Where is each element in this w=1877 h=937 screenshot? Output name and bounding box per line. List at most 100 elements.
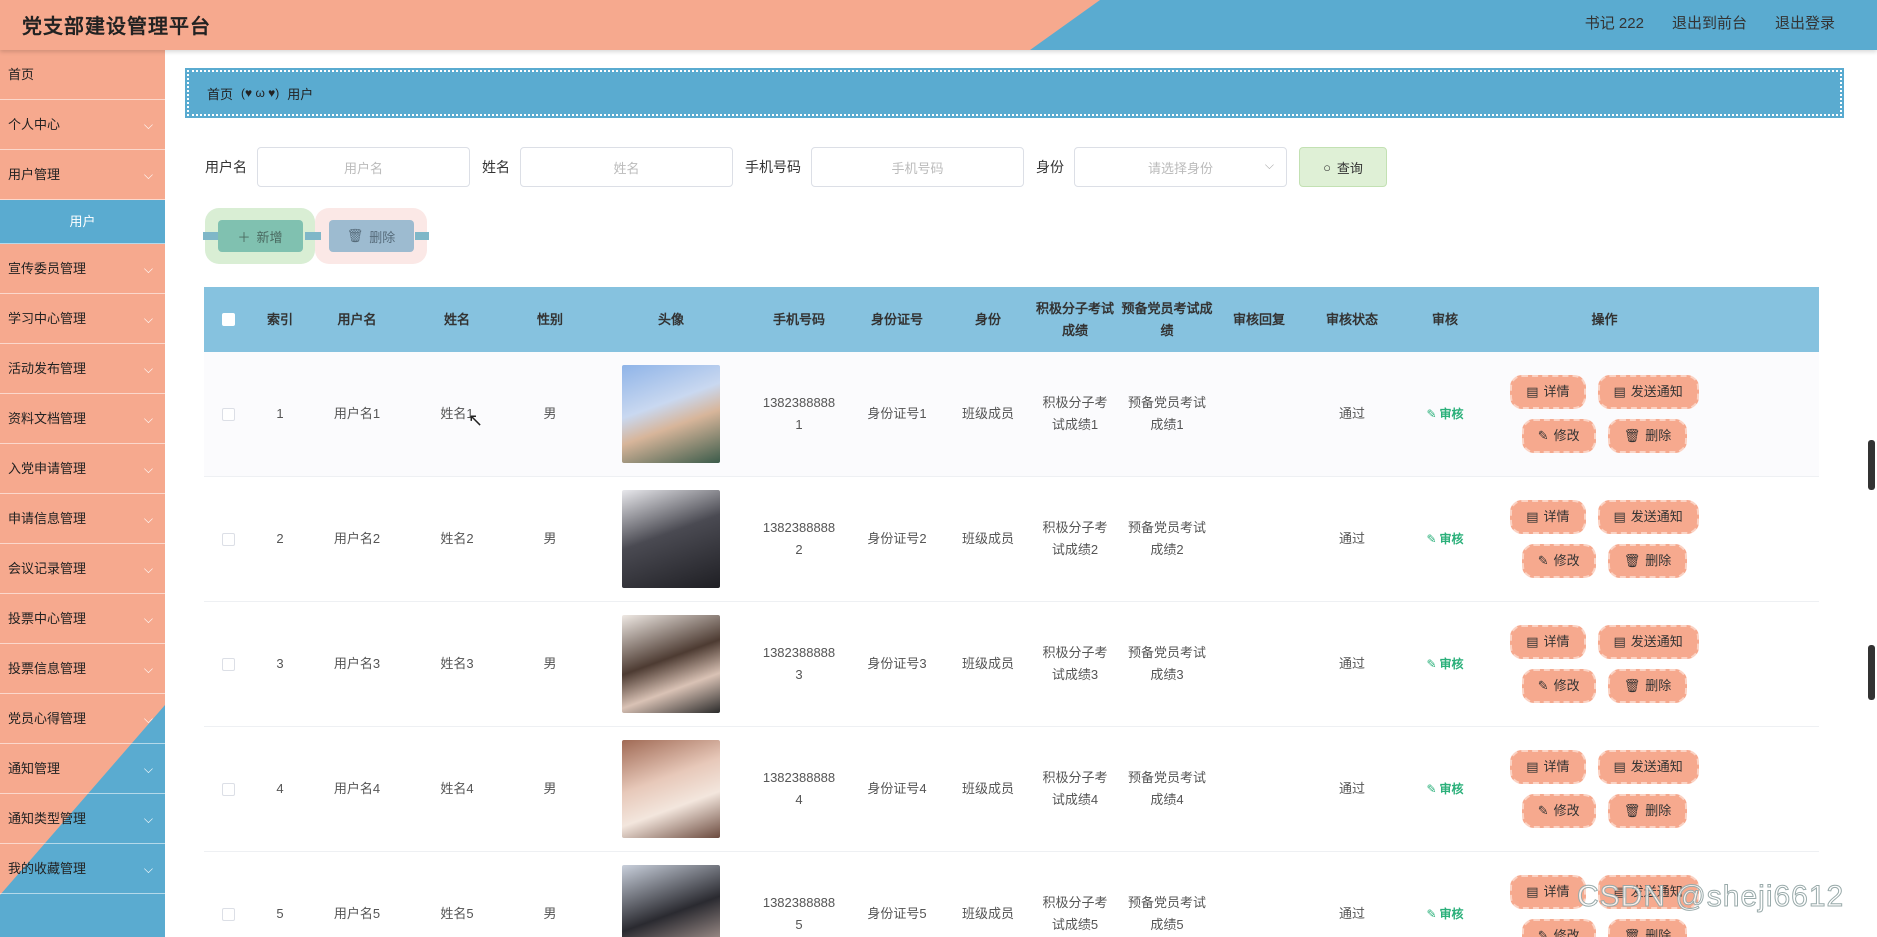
cell-score1: 积极分子考试成绩1 xyxy=(1042,395,1108,432)
batch-delete-button[interactable]: 🗑 删除 xyxy=(328,220,414,252)
document-icon: ▤ xyxy=(1526,759,1539,774)
sidebar-item-label: 个人中心 xyxy=(8,117,61,132)
sidebar-item-2[interactable]: 用户管理 ⌵ xyxy=(0,150,165,200)
sidebar-item-6[interactable]: 活动发布管理 ⌵ xyxy=(0,344,165,394)
delete-button[interactable]: 🗑 删除 xyxy=(1607,419,1688,453)
review-link[interactable]: ✎ 审核 xyxy=(1426,778,1463,800)
scrollbar-thumb[interactable] xyxy=(1868,440,1875,490)
chevron-down-icon: ⌵ xyxy=(143,512,153,526)
exit-to-front-link[interactable]: 退出到前台 xyxy=(1672,12,1747,33)
delete-button[interactable]: 🗑 删除 xyxy=(1607,669,1688,703)
trash-icon: 🗑 xyxy=(1623,928,1641,937)
detail-button-label: 详情 xyxy=(1543,509,1570,524)
cell-status: 通过 xyxy=(1338,906,1365,921)
send-notification-button[interactable]: ▤ 发送通知 xyxy=(1597,500,1699,534)
select-all-checkbox[interactable] xyxy=(221,313,235,326)
chevron-down-icon: ⌵ xyxy=(143,612,153,626)
pencil-icon: ✎ xyxy=(1426,407,1437,421)
cell-name: 姓名3 xyxy=(440,656,474,671)
edit-button[interactable]: ✎ 修改 xyxy=(1521,794,1596,828)
cell-username: 用户名5 xyxy=(333,906,381,921)
trash-icon: 🗑 xyxy=(1623,803,1641,818)
breadcrumb-home[interactable]: 首页 xyxy=(207,84,233,103)
cell-gender: 男 xyxy=(543,781,557,796)
pencil-icon: ✎ xyxy=(1537,803,1549,818)
delete-button[interactable]: 🗑 删除 xyxy=(1607,794,1688,828)
sidebar-item-5[interactable]: 学习中心管理 ⌵ xyxy=(0,294,165,344)
review-link[interactable]: ✎ 审核 xyxy=(1426,903,1463,925)
sidebar-item-11[interactable]: 投票中心管理 ⌵ xyxy=(0,594,165,644)
sidebar-item-1[interactable]: 个人中心 ⌵ xyxy=(0,100,165,150)
sidebar-item-label: 投票信息管理 xyxy=(8,661,87,676)
cell-gender: 男 xyxy=(543,906,557,921)
sidebar-item-10[interactable]: 会议记录管理 ⌵ xyxy=(0,544,165,594)
phone-input[interactable]: 手机号码 xyxy=(811,147,1024,187)
sidebar-item-4[interactable]: 宣传委员管理 ⌵ xyxy=(0,244,165,294)
cell-index: 4 xyxy=(276,781,284,796)
add-button[interactable]: ＋ 新增 xyxy=(217,220,303,252)
table-row: 2 用户名2 姓名2 男 13823888882 身份证号2 班级成员 积极分子考试成绩2 预备… xyxy=(204,477,1819,602)
pencil-icon: ✎ xyxy=(1426,907,1437,921)
send-notification-button[interactable]: ▤ 发送通知 xyxy=(1597,625,1699,659)
edit-button[interactable]: ✎ 修改 xyxy=(1521,544,1596,578)
cell-name: 姓名1 xyxy=(440,406,474,421)
document-icon: ▤ xyxy=(1613,384,1626,399)
edit-button[interactable]: ✎ 修改 xyxy=(1521,919,1596,937)
row-checkbox[interactable] xyxy=(221,532,235,546)
delete-button[interactable]: 🗑 删除 xyxy=(1607,919,1688,937)
detail-button[interactable]: ▤ 详情 xyxy=(1510,625,1586,659)
sidebar-item-8[interactable]: 入党申请管理 ⌵ xyxy=(0,444,165,494)
sidebar-item-label: 通知管理 xyxy=(8,761,61,776)
review-link[interactable]: ✎ 审核 xyxy=(1426,653,1463,675)
username-input[interactable]: 用户名 xyxy=(257,147,470,187)
sidebar-item-14[interactable]: 通知管理 ⌵ xyxy=(0,744,165,794)
phone-label: 手机号码 xyxy=(745,159,801,175)
review-link[interactable]: ✎ 审核 xyxy=(1426,528,1463,550)
send-notification-button[interactable]: ▤ 发送通知 xyxy=(1597,375,1699,409)
row-checkbox[interactable] xyxy=(221,907,235,921)
sidebar-item-15[interactable]: 通知类型管理 ⌵ xyxy=(0,794,165,844)
review-link[interactable]: ✎ 审核 xyxy=(1426,403,1463,425)
detail-button[interactable]: ▤ 详情 xyxy=(1510,375,1586,409)
sidebar: 首页 个人中心 ⌵ 用户管理 ⌵ 用户 宣传委员管理 ⌵ 学习中心管理 ⌵ 活动发布管理 ⌵ 资料文档管… xyxy=(0,50,165,937)
sidebar-item-3[interactable]: 用户 xyxy=(0,200,165,244)
col-name: 姓名 xyxy=(443,311,470,327)
sidebar-item-12[interactable]: 投票信息管理 ⌵ xyxy=(0,644,165,694)
edit-button-label: 修改 xyxy=(1553,553,1580,568)
sidebar-item-7[interactable]: 资料文档管理 ⌵ xyxy=(0,394,165,444)
sidebar-item-13[interactable]: 党员心得管理 ⌵ xyxy=(0,694,165,744)
query-button[interactable]: ○ 查询 xyxy=(1299,147,1387,187)
cell-index: 1 xyxy=(276,406,284,421)
edit-button[interactable]: ✎ 修改 xyxy=(1521,419,1596,453)
username-label: 用户名 xyxy=(205,159,247,175)
col-score2: 预备党员考试成绩 xyxy=(1121,300,1213,338)
sidebar-item-9[interactable]: 申请信息管理 ⌵ xyxy=(0,494,165,544)
avatar xyxy=(622,865,720,937)
detail-button[interactable]: ▤ 详情 xyxy=(1510,500,1586,534)
review-link-label: 审核 xyxy=(1439,532,1464,546)
sidebar-item-16[interactable]: 我的收藏管理 ⌵ xyxy=(0,844,165,894)
edit-button[interactable]: ✎ 修改 xyxy=(1521,669,1596,703)
sidebar-item-label: 资料文档管理 xyxy=(8,411,87,426)
logout-link[interactable]: 退出登录 xyxy=(1775,12,1835,33)
row-checkbox[interactable] xyxy=(221,657,235,671)
delete-button[interactable]: 🗑 删除 xyxy=(1607,544,1688,578)
sidebar-item-label: 我的收藏管理 xyxy=(8,861,87,876)
role-select[interactable]: 请选择身份 ⌵ xyxy=(1074,147,1287,187)
send-notification-button[interactable]: ▤ 发送通知 xyxy=(1597,750,1699,784)
scrollbar-thumb-secondary[interactable] xyxy=(1868,645,1875,700)
row-checkbox[interactable] xyxy=(221,782,235,796)
detail-button-label: 详情 xyxy=(1543,884,1570,899)
sidebar-item-0[interactable]: 首页 xyxy=(0,50,165,100)
name-input[interactable]: 姓名 xyxy=(520,147,733,187)
sidebar-item-label: 用户 xyxy=(69,214,96,229)
cell-role: 班级成员 xyxy=(961,781,1014,796)
send-notification-label: 发送通知 xyxy=(1630,509,1683,524)
detail-button[interactable]: ▤ 详情 xyxy=(1510,875,1586,909)
row-checkbox[interactable] xyxy=(221,407,235,421)
detail-button[interactable]: ▤ 详情 xyxy=(1510,750,1586,784)
cell-phone: 13823888884 xyxy=(762,770,836,807)
cell-username: 用户名1 xyxy=(333,406,381,421)
cell-username: 用户名3 xyxy=(333,656,381,671)
chevron-down-icon: ⌵ xyxy=(143,412,153,426)
